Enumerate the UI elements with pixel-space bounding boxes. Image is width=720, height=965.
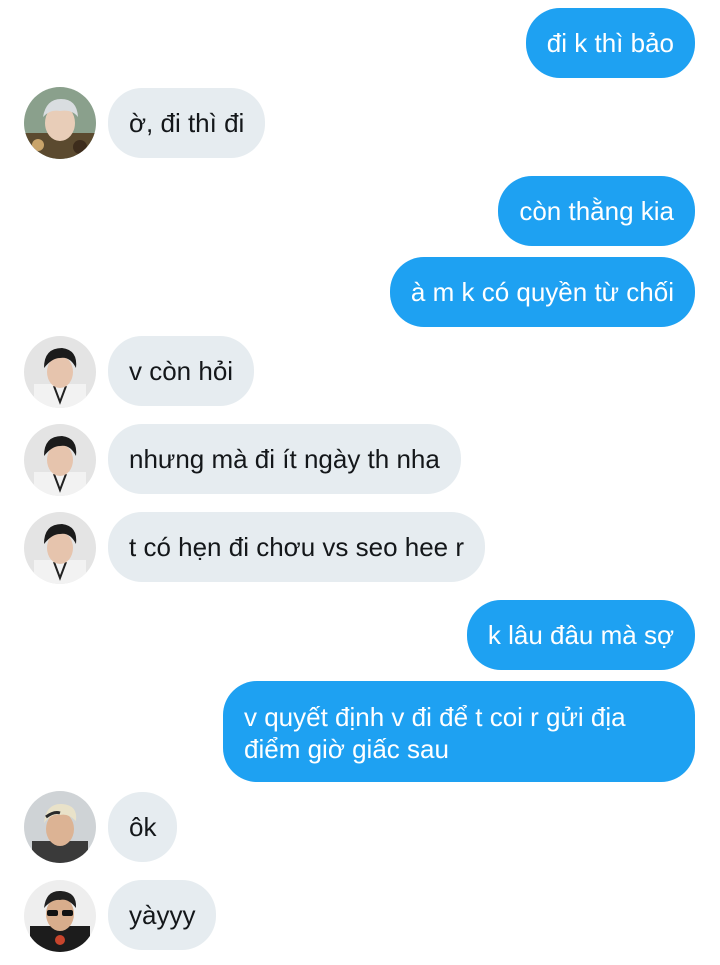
avatar-grey-hair-icon xyxy=(24,87,96,159)
message-text: v còn hỏi xyxy=(129,356,234,386)
contact-avatar[interactable] xyxy=(24,336,96,408)
avatar-bleached-hair-icon xyxy=(24,791,96,863)
outgoing-message-bubble[interactable]: k lâu đâu mà sợ xyxy=(466,600,695,670)
avatar-sunglasses-icon xyxy=(24,880,96,952)
message-text: à m k có quyền từ chối xyxy=(410,277,674,307)
contact-avatar[interactable] xyxy=(24,424,96,496)
message-text: yàyyy xyxy=(129,900,196,930)
message-text: k lâu đâu mà sợ xyxy=(487,620,674,650)
incoming-message-bubble[interactable]: ôk xyxy=(108,792,178,862)
outgoing-message-bubble[interactable]: v quyết định v đi để t coi r gửi địa điể… xyxy=(223,681,695,782)
message-text: t có hẹn đi chơu vs seo hee r xyxy=(129,532,465,562)
avatar-dark-hair-icon xyxy=(24,512,96,584)
message-text: v quyết định v đi để t coi r gửi địa điể… xyxy=(244,702,626,764)
message-text: đi k thì bảo xyxy=(546,28,674,58)
avatar-dark-hair-icon xyxy=(24,424,96,496)
contact-avatar[interactable] xyxy=(24,87,96,159)
contact-avatar[interactable] xyxy=(24,791,96,863)
incoming-message-bubble[interactable]: t có hẹn đi chơu vs seo hee r xyxy=(108,512,486,582)
conversation-screen: { "conversation": { "messages": [ {"id":… xyxy=(0,0,720,965)
avatar-dark-hair-icon xyxy=(24,336,96,408)
incoming-message-bubble[interactable]: nhưng mà đi ít ngày th nha xyxy=(108,424,461,494)
message-text: ờ, đi thì đi xyxy=(129,108,245,138)
incoming-message-bubble[interactable]: v còn hỏi xyxy=(108,336,255,406)
outgoing-message-bubble[interactable]: đi k thì bảo xyxy=(525,8,695,78)
message-text: ôk xyxy=(129,812,157,842)
message-text: còn thằng kia xyxy=(519,196,674,226)
contact-avatar[interactable] xyxy=(24,880,96,952)
contact-avatar[interactable] xyxy=(24,512,96,584)
incoming-message-bubble[interactable]: ờ, đi thì đi xyxy=(108,88,266,158)
outgoing-message-bubble[interactable]: còn thằng kia xyxy=(498,176,695,246)
incoming-message-bubble[interactable]: yàyyy xyxy=(108,880,217,950)
message-text: nhưng mà đi ít ngày th nha xyxy=(129,444,440,474)
outgoing-message-bubble[interactable]: à m k có quyền từ chối xyxy=(389,257,695,327)
